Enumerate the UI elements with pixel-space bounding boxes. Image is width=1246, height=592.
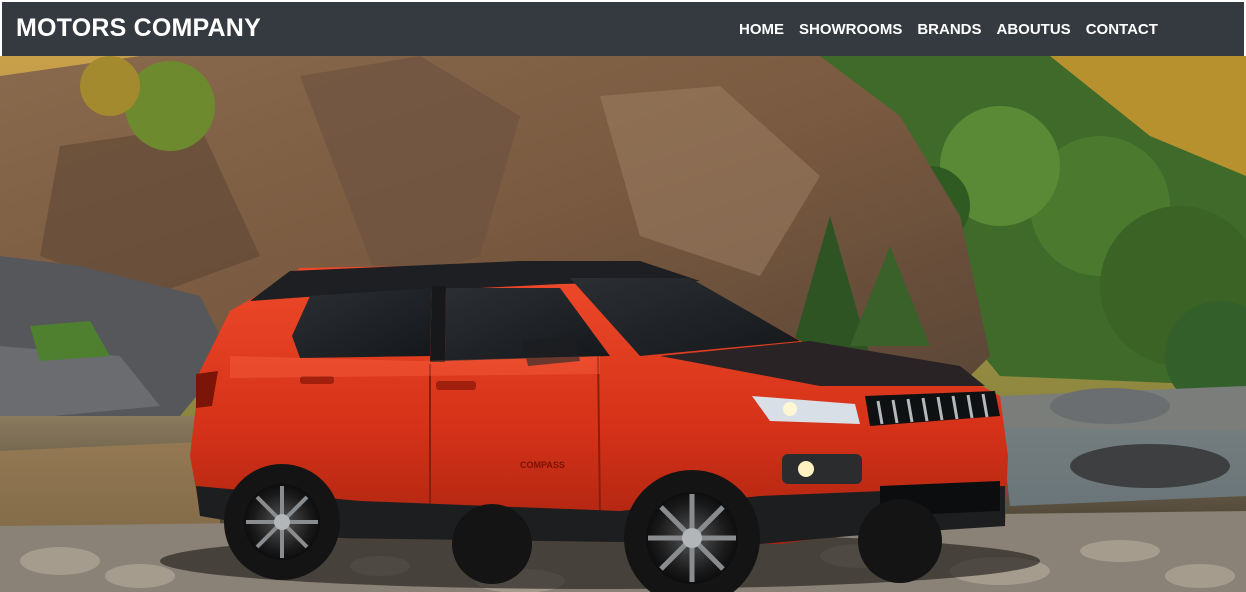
nav-link-contact[interactable]: CONTACT	[1086, 21, 1158, 38]
nav-link-brands[interactable]: BRANDS	[917, 21, 981, 38]
nav-link-home[interactable]: HOME	[739, 21, 784, 38]
nav-link-showrooms[interactable]: SHOWROOMS	[799, 21, 902, 38]
vehicle-badge: COMPASS	[520, 460, 565, 470]
hero-banner: COMPASS	[0, 56, 1246, 592]
top-navbar: MOTORS COMPANY HOME SHOWROOMS BRANDS ABO…	[2, 2, 1244, 56]
nav-menu: HOME SHOWROOMS BRANDS ABOUTUS CONTACT	[739, 21, 1158, 38]
nav-link-aboutus[interactable]: ABOUTUS	[997, 21, 1071, 38]
hero-car-image: COMPASS	[0, 56, 1246, 592]
brand-logo-link[interactable]: MOTORS COMPANY	[16, 14, 261, 43]
